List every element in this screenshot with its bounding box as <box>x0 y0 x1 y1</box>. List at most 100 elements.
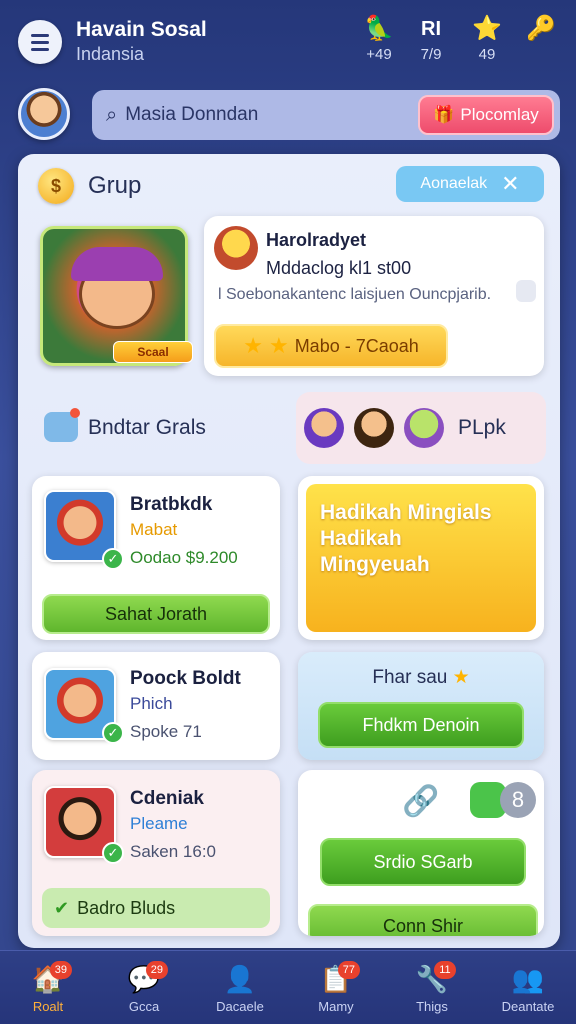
nav-item-menu[interactable]: 📋 77 Mamy <box>288 951 384 1024</box>
nav-badge: 39 <box>49 961 72 979</box>
tile-subtitle: Pleame <box>130 814 188 833</box>
action-tile[interactable]: 🔗 8 Srdio SGarb Conn Shir <box>298 770 544 936</box>
notification-dot <box>70 408 80 418</box>
tile-title: Bratbkdk <box>130 494 213 515</box>
friends-strip[interactable]: PLpk <box>296 392 546 464</box>
nav-label: Dacaele <box>216 999 264 1014</box>
nav-item-home[interactable]: 🏠 39 Roalt <box>0 951 96 1024</box>
hamburger-icon <box>31 32 49 53</box>
tile-meta: Oodao $9.200 <box>130 548 238 567</box>
reward-label: Fhar sau <box>372 667 448 688</box>
game-tile[interactable]: ✓ Poock Boldt Phich Spoke 71 <box>32 652 280 760</box>
key-icon: 🔑 <box>526 15 556 42</box>
count-badge: 8 <box>500 782 536 818</box>
stat-value: 7/9 <box>420 46 442 63</box>
primary-action-button[interactable]: Srdio SGarb <box>320 838 526 886</box>
app-subtitle: Indansia <box>76 44 145 64</box>
tile-action-button[interactable]: ✔ Badro Bluds <box>42 888 270 928</box>
chat-icon: 💬 <box>127 964 161 994</box>
promo-tile[interactable]: Hadikah Mingials Hadikah Mingyeuah <box>298 476 544 640</box>
nav-label: Gcca <box>128 999 160 1014</box>
nav-item-chat[interactable]: 💬 29 Gcca <box>96 951 192 1024</box>
star-icon: ⭐ <box>472 15 502 42</box>
close-icon: ✕ <box>501 171 520 196</box>
stat-rank[interactable]: RI 7/9 <box>406 14 456 63</box>
friends-label: PLpk <box>458 416 506 439</box>
tile-action-label: Badro Bluds <box>77 897 176 918</box>
tile-subtitle: Phich <box>130 694 173 713</box>
character-cap <box>71 247 163 281</box>
menu-button[interactable] <box>18 20 62 64</box>
search-input[interactable] <box>125 104 426 126</box>
close-chip[interactable]: Aonaelak ✕ <box>396 166 544 202</box>
info-description: l Soebonakantenc laisjuen Ouncpjarib. <box>218 286 492 303</box>
nav-label: Deantate <box>501 999 555 1014</box>
nav-item-people[interactable]: 👥 Deantate <box>480 951 576 1024</box>
tile-meta: Spoke 71 <box>130 722 202 741</box>
tile-title: Poock Boldt <box>130 668 241 689</box>
bottom-navigation: 🏠 39 Roalt 💬 29 Gcca 👤 Dacaele 📋 77 Mamy… <box>0 950 576 1024</box>
leaf-bird-icon: 🦜 <box>364 15 394 42</box>
people-icon: 👥 <box>511 964 545 994</box>
section-title: Bndtar Grals <box>88 416 206 439</box>
nav-item-profile[interactable]: 👤 Dacaele <box>192 951 288 1024</box>
check-icon: ✔ <box>54 897 70 918</box>
scroll-handle[interactable] <box>516 280 536 302</box>
friend-avatar[interactable] <box>304 408 344 448</box>
reward-tile[interactable]: Fhar sau ★ Fhdkm Denoin <box>298 652 544 760</box>
friend-avatar[interactable] <box>354 408 394 448</box>
star-button[interactable]: ★ ★ Mabo - 7Caoah <box>214 324 448 368</box>
group-panel: $ Grup Aonaelak ✕ Scaal Harolradyet Mdda… <box>18 154 560 948</box>
nav-badge: 77 <box>337 961 360 979</box>
game-tile[interactable]: ✓ Bratbkdk Mabat Oodao $9.200 Sahat Jora… <box>32 476 280 640</box>
tile-meta: Saken 16:0 <box>130 842 217 861</box>
game-tile[interactable]: ✓ Cdeniak Pleame Saken 16:0 ✔ Badro Blud… <box>32 770 280 936</box>
check-icon: ✓ <box>102 548 124 570</box>
gift-icon: 🎁 <box>433 105 455 124</box>
promo-line-1: Hadikah Mingials <box>320 501 492 524</box>
hero-image[interactable]: Scaal <box>40 226 193 366</box>
secondary-action-button[interactable]: Conn Shir <box>308 904 538 936</box>
nav-label: Mamy <box>318 999 354 1014</box>
list-icon: 📋 <box>319 964 353 994</box>
promo-button-label: Plocomlay <box>460 105 539 124</box>
home-icon: 🏠 <box>31 964 65 994</box>
stat-leaf[interactable]: 🦜 +49 <box>354 14 404 63</box>
promo-banner: Hadikah Mingials Hadikah Mingyeuah <box>306 484 536 632</box>
star-icon: ★ <box>268 333 289 358</box>
tile-subtitle: Mabat <box>130 520 178 539</box>
tile-action-button[interactable]: Sahat Jorath <box>42 594 270 634</box>
profile-icon: 👤 <box>223 964 257 994</box>
link-icon: 🔗 <box>402 785 440 818</box>
friend-avatar[interactable] <box>404 408 444 448</box>
tools-icon: 🔧 <box>415 964 449 994</box>
stat-star[interactable]: ⭐ 49 <box>462 14 512 63</box>
hero-badge: Scaal <box>113 341 193 363</box>
nav-label: Roalt <box>32 999 64 1014</box>
stat-value: +49 <box>366 46 392 63</box>
promo-line-2: Hadikah <box>320 527 402 550</box>
star-icon: ★ <box>452 667 470 688</box>
nav-badge: 29 <box>145 961 168 979</box>
reward-button[interactable]: Fhdkm Denoin <box>318 702 524 748</box>
info-card: Harolradyet Mddaclog kl1 st00 l Soebonak… <box>204 216 544 376</box>
star-icon: ★ <box>243 333 263 358</box>
nav-badge: 11 <box>433 961 456 979</box>
coin-icon: $ <box>38 168 74 204</box>
promo-line-3: Mingyeuah <box>320 553 430 576</box>
stat-key[interactable]: 🔑 <box>516 14 566 44</box>
app-title: Havain Sosal <box>76 18 207 41</box>
panel-title: Grup <box>88 172 142 199</box>
search-icon: ⌕ <box>106 103 118 126</box>
top-bar: Havain Sosal Indansia 🦜 +49 RI 7/9 ⭐ 49 … <box>0 0 576 82</box>
info-thumbnail <box>214 226 258 270</box>
check-icon: ✓ <box>102 842 124 864</box>
reward-label-row: Fhar sau ★ <box>298 666 544 689</box>
info-line: Mddaclog kl1 st00 <box>266 258 412 278</box>
avatar[interactable] <box>18 88 70 140</box>
tile-title: Cdeniak <box>130 788 204 809</box>
rank-icon: RI <box>421 18 441 40</box>
star-button-label: Mabo - 7Caoah <box>294 335 419 356</box>
promo-button[interactable]: 🎁 Plocomlay <box>418 95 554 135</box>
nav-item-tools[interactable]: 🔧 11 Thigs <box>384 951 480 1024</box>
